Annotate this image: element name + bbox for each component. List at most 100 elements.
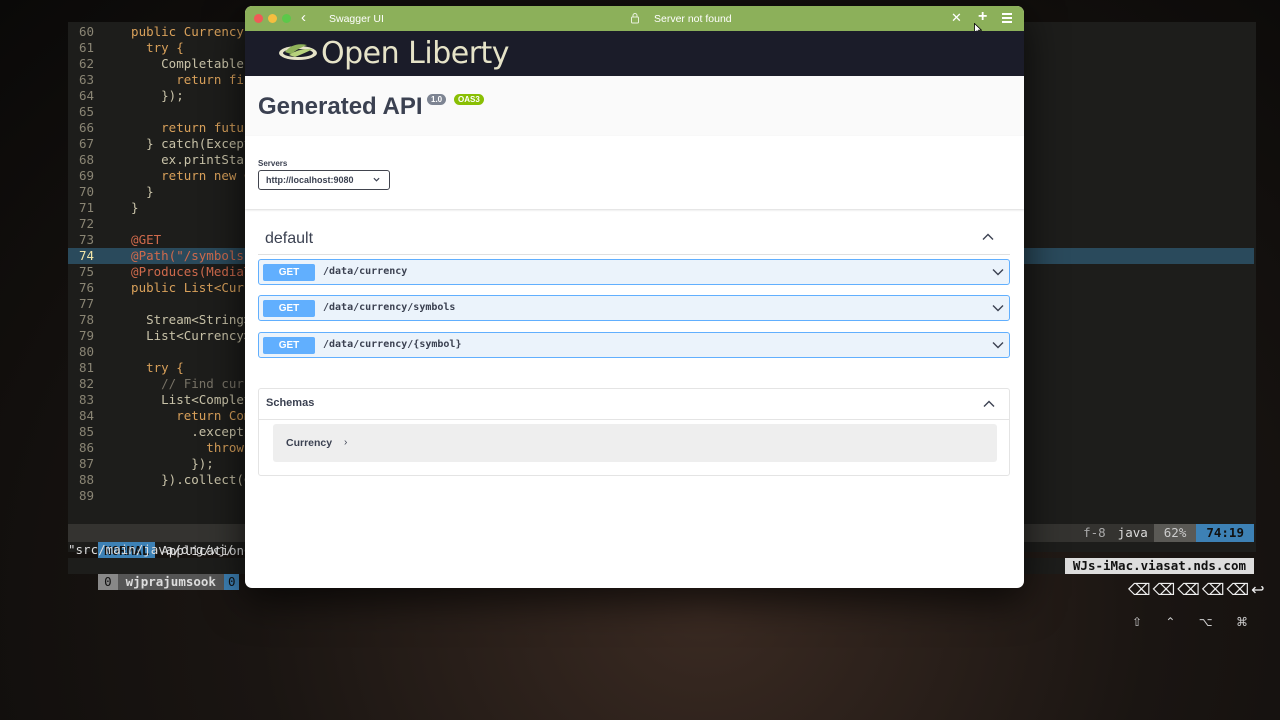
chevron-down-icon	[373, 177, 380, 182]
minimize-window-button[interactable]	[268, 14, 277, 23]
tab-title[interactable]: Swagger UI	[329, 13, 384, 25]
browser-window: ‹ Swagger UI Server not found ✕ + Open L…	[245, 6, 1024, 588]
line-text: });	[116, 456, 214, 471]
line-number: 66	[78, 120, 94, 135]
method-badge: GET	[263, 337, 315, 354]
chevron-up-icon[interactable]	[983, 399, 995, 409]
line-text: throw	[116, 440, 252, 455]
vim-filetype: java	[1117, 525, 1148, 540]
divider	[259, 419, 1009, 420]
chevron-down-icon[interactable]	[992, 341, 1004, 349]
model-name: Currency	[286, 437, 333, 449]
oas-badge: OAS3	[454, 94, 484, 105]
line-number: 86	[78, 440, 94, 455]
server-select-value: http://localhost:9080	[266, 175, 354, 185]
line-number: 71	[78, 200, 94, 215]
line-text: } catch(Except	[116, 136, 252, 151]
line-number: 77	[78, 296, 94, 311]
line-number: 64	[78, 88, 94, 103]
line-number: 60	[78, 24, 94, 39]
tag-section-header[interactable]: default	[258, 221, 1010, 255]
chevron-down-icon[interactable]	[992, 304, 1004, 312]
api-info: Generated API 1.0 OAS3	[245, 76, 1024, 136]
operation-path: /data/currency/{symbol}	[323, 339, 462, 350]
close-window-button[interactable]	[254, 14, 263, 23]
url-bar[interactable]: Server not found	[654, 13, 732, 25]
line-number: 72	[78, 216, 94, 231]
schemas-title: Schemas	[266, 397, 315, 409]
servers-section: Servers http://localhost:9080	[245, 136, 1024, 209]
line-number: 81	[78, 360, 94, 375]
line-text: @GET	[116, 232, 162, 247]
server-select[interactable]: http://localhost:9080	[258, 170, 390, 190]
browser-titlebar: ‹ Swagger UI Server not found ✕ +	[245, 6, 1024, 35]
line-text: CompletableF	[116, 56, 252, 71]
line-number: 67	[78, 136, 94, 151]
vim-cursor-position: 74:19	[1196, 524, 1254, 542]
line-text: .excepti	[116, 424, 252, 439]
line-number: 79	[78, 328, 94, 343]
keystroke-overlay: ⌫⌫⌫⌫⌫↩	[1128, 582, 1267, 599]
method-badge: GET	[263, 264, 315, 281]
line-text: return futur	[116, 120, 252, 135]
line-text: // Find curr	[116, 376, 252, 391]
line-number: 84	[78, 408, 94, 423]
chevron-down-icon[interactable]	[992, 268, 1004, 276]
api-title: Generated API	[258, 93, 423, 120]
modifier-keys-overlay: ⇧ ⌃ ⌥ ⌘	[1132, 615, 1248, 629]
vim-status-right: f-8 java 62% 74:19	[1077, 524, 1254, 542]
line-text: }	[116, 184, 154, 199]
line-number: 61	[78, 40, 94, 55]
line-text: return fin	[116, 72, 252, 87]
tmux-window: 0	[223, 574, 240, 590]
line-number: 78	[78, 312, 94, 327]
line-text: List<Currency>	[116, 328, 252, 343]
line-text: return new C	[116, 168, 252, 183]
line-text: Stream<String>	[116, 312, 252, 327]
vim-percent: 62%	[1153, 524, 1197, 542]
operation-get-currency[interactable]: GET /data/currency	[258, 259, 1010, 285]
open-liberty-logo-icon	[279, 44, 317, 60]
line-number: 74	[78, 248, 94, 263]
line-number: 83	[78, 392, 94, 407]
line-text: public List<Curr	[116, 280, 252, 295]
close-tab-icon[interactable]: ✕	[951, 10, 962, 26]
line-number: 75	[78, 264, 94, 279]
operation-path: /data/currency/symbols	[323, 302, 456, 313]
tmux-index: 0	[98, 574, 118, 590]
version-badge: 1.0	[427, 94, 447, 105]
line-number: 63	[78, 72, 94, 87]
line-number: 62	[78, 56, 94, 71]
line-text: });	[116, 88, 184, 103]
back-arrow-icon[interactable]: ‹	[301, 10, 306, 26]
line-number: 76	[78, 280, 94, 295]
line-number: 89	[78, 488, 94, 503]
line-number: 82	[78, 376, 94, 391]
chevron-up-icon[interactable]	[982, 232, 994, 242]
line-text: try {	[116, 40, 184, 55]
line-number: 87	[78, 456, 94, 471]
line-text: }).collect(C	[116, 472, 252, 487]
tag-name: default	[265, 230, 314, 247]
line-number: 73	[78, 232, 94, 247]
line-text: }	[116, 200, 139, 215]
line-text: try {	[116, 360, 184, 375]
zoom-window-button[interactable]	[282, 14, 291, 23]
line-number: 85	[78, 424, 94, 439]
hamburger-menu-icon[interactable]	[1002, 13, 1012, 23]
operation-get-currency-symbols[interactable]: GET /data/currency/symbols	[258, 295, 1010, 321]
line-number: 88	[78, 472, 94, 487]
swagger-topbar: Open Liberty	[245, 31, 1024, 76]
tmux-session: wjprajumsook	[117, 574, 224, 590]
line-number: 70	[78, 184, 94, 199]
open-liberty-logo-text: Open Liberty	[321, 36, 510, 71]
method-badge: GET	[263, 300, 315, 317]
schema-model-currency[interactable]: Currency ›	[273, 424, 997, 462]
line-number: 69	[78, 168, 94, 183]
tmux-hostname: WJs-iMac.viasat.nds.com	[1064, 558, 1254, 574]
vim-encoding: f-8	[1083, 525, 1106, 540]
chevron-right-icon[interactable]: ›	[344, 437, 347, 448]
operation-get-currency-symbol[interactable]: GET /data/currency/{symbol}	[258, 332, 1010, 358]
line-text: List<Complet	[116, 392, 252, 407]
line-text: ex.printStac	[116, 152, 252, 167]
